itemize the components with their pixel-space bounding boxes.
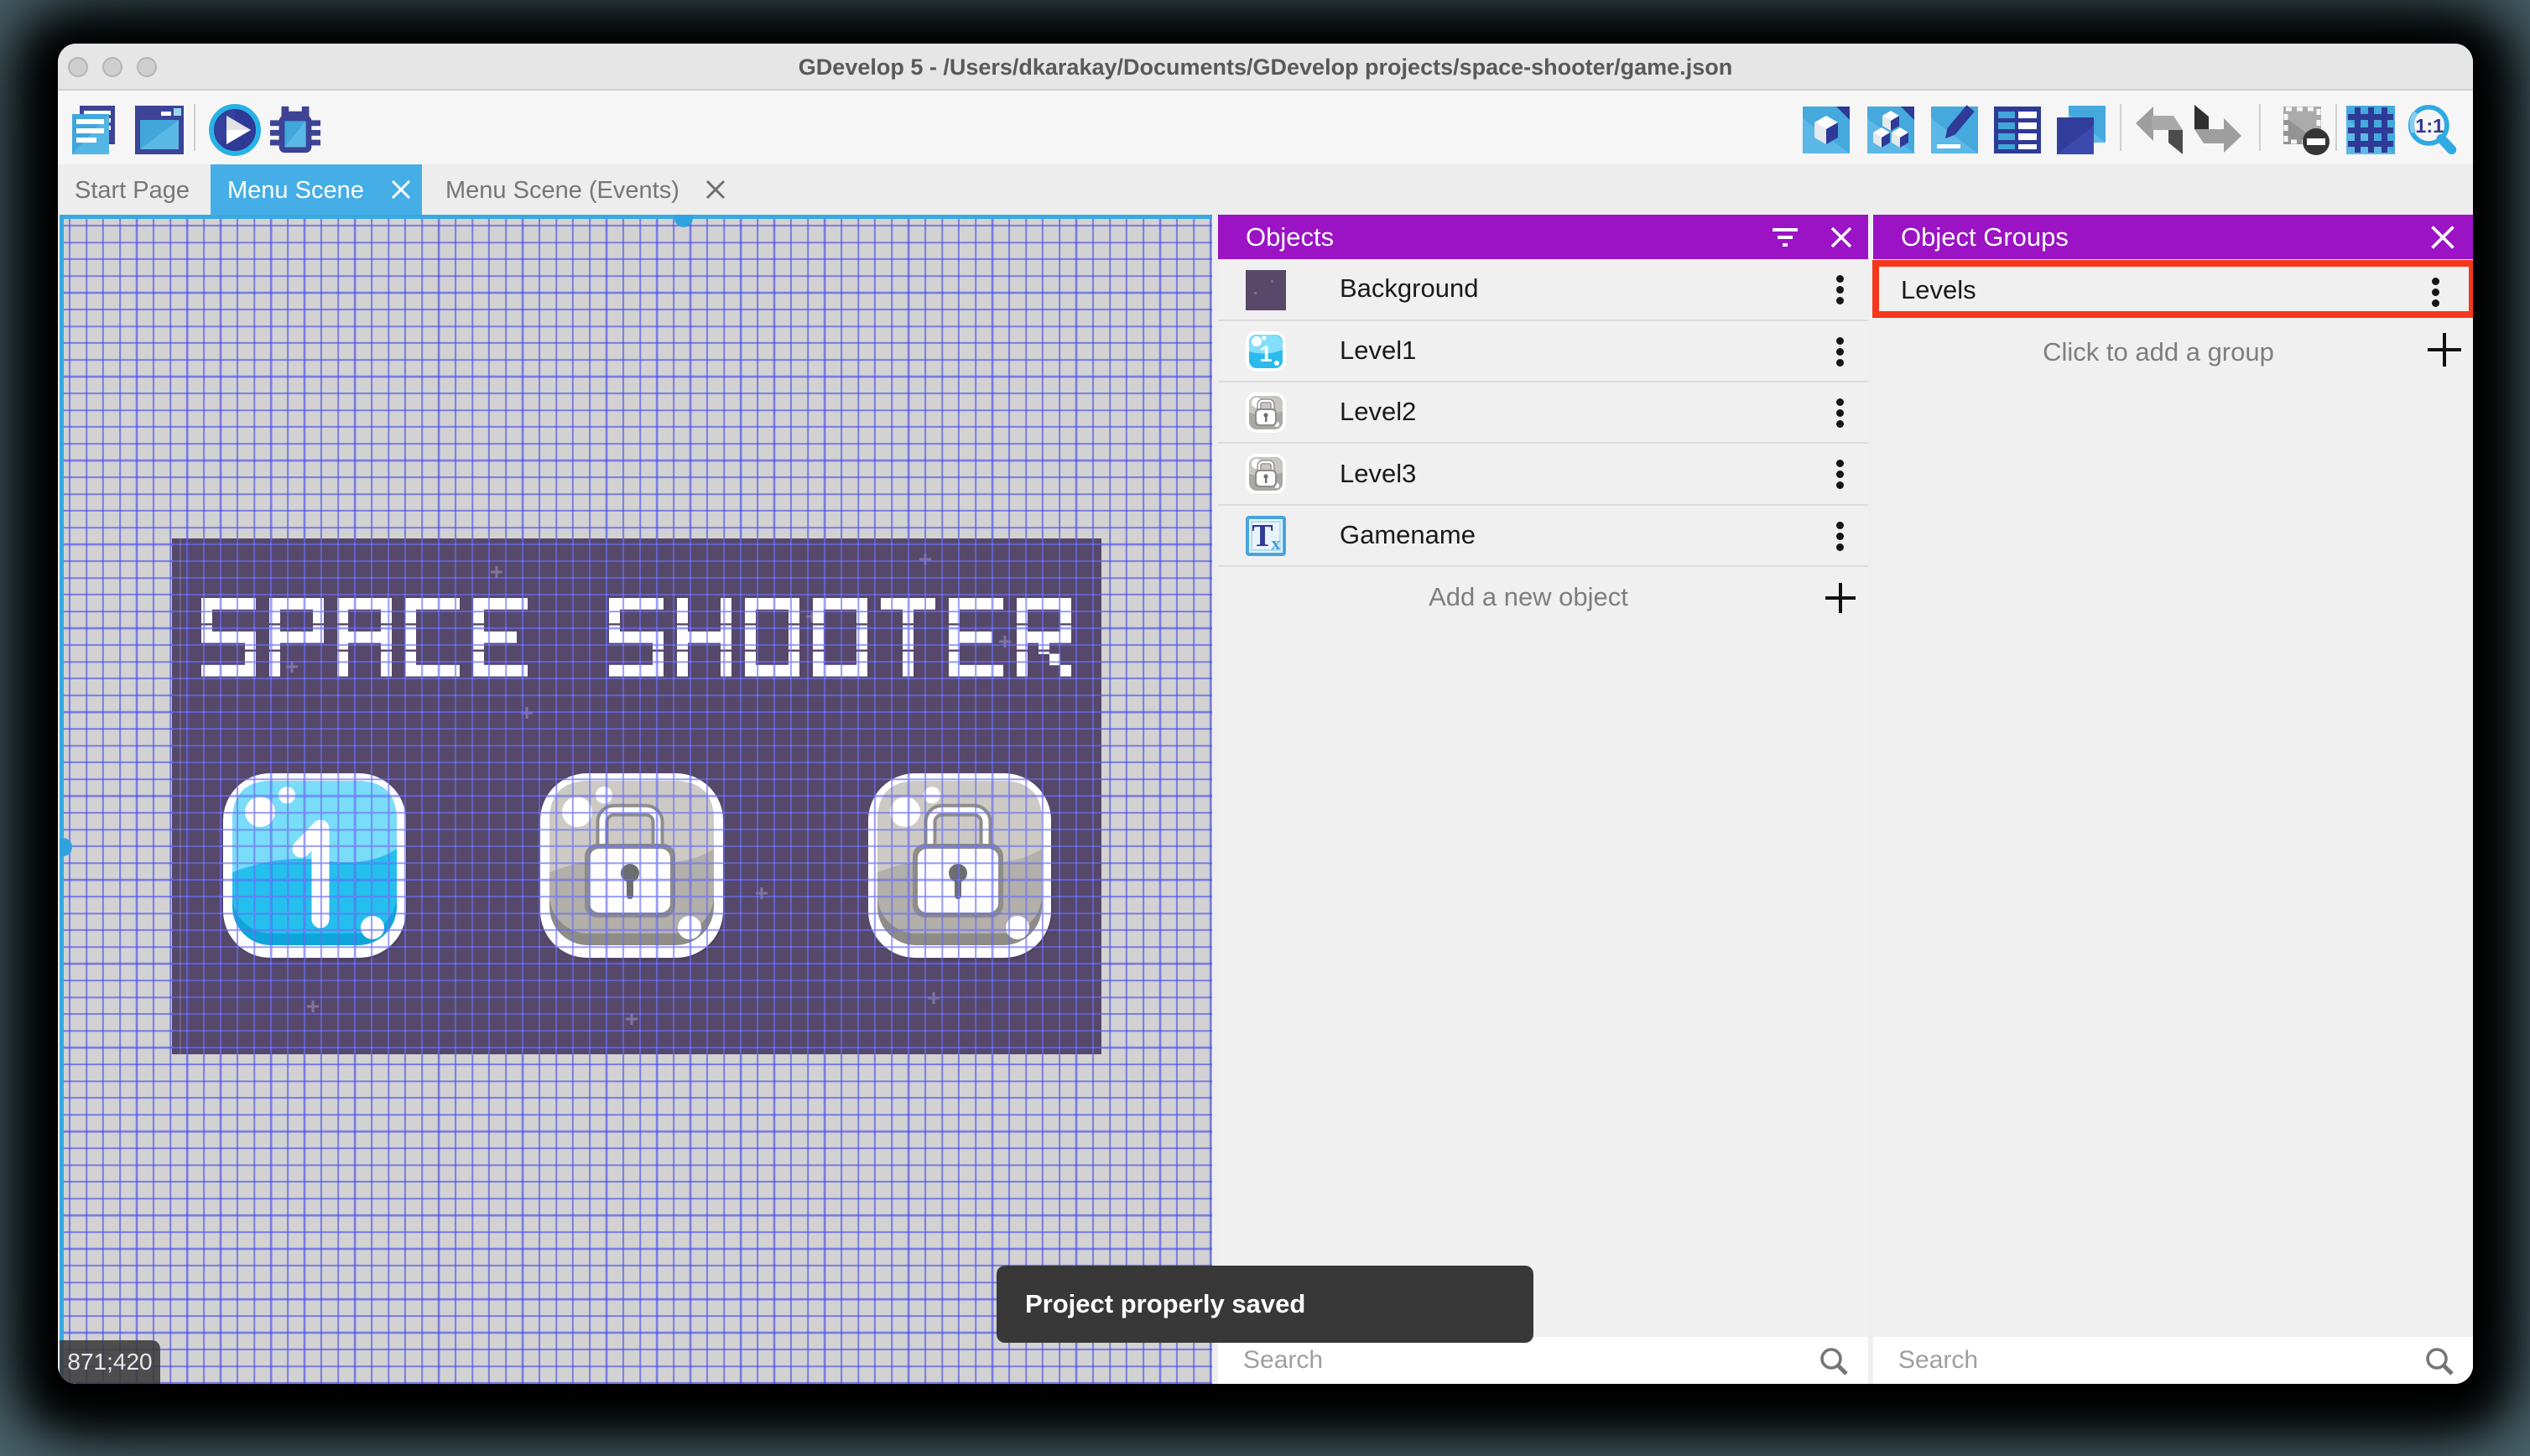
svg-text:x: x bbox=[1272, 533, 1281, 554]
svg-text:T: T bbox=[1252, 518, 1273, 554]
svg-text:1: 1 bbox=[1259, 341, 1272, 367]
svg-text:1:1: 1:1 bbox=[2415, 115, 2444, 137]
